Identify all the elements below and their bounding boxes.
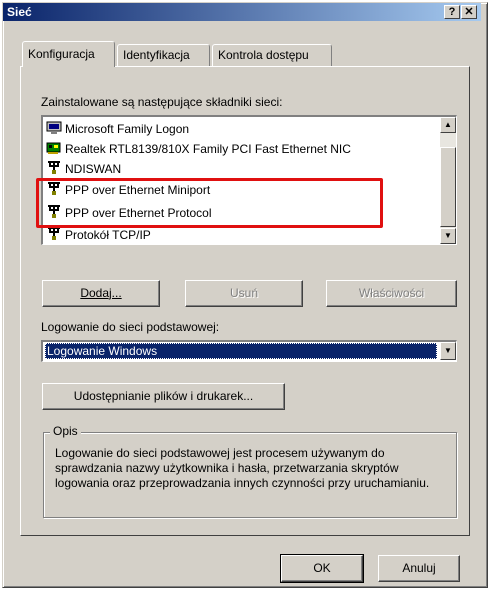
list-item-label: Protokół TCP/IP [65, 228, 151, 242]
list-item-label: Realtek RTL8139/810X Family PCI Fast Eth… [65, 142, 351, 156]
components-listbox[interactable]: Microsoft Family Logon Realtek RTL8139/8… [41, 115, 457, 245]
protocol-icon [48, 205, 60, 218]
primary-logon-label: Logowanie do sieci podstawowej: [41, 320, 220, 334]
file-printer-sharing-button[interactable]: Udostępnianie plików i drukarek... [42, 383, 285, 410]
list-item[interactable]: NDISWAN [46, 159, 121, 179]
scroll-down-button[interactable]: ▼ [440, 228, 456, 244]
list-item[interactable]: PPP over Ethernet Protocol [46, 203, 212, 223]
protocol-icon [48, 182, 60, 195]
properties-button-label: Właściwości [358, 286, 425, 300]
list-item-label: Microsoft Family Logon [65, 122, 190, 136]
cancel-button[interactable]: Anuluj [378, 555, 460, 582]
list-item[interactable]: Realtek RTL8139/810X Family PCI Fast Eth… [46, 139, 351, 159]
remove-button-label: Usuń [229, 286, 258, 300]
add-button[interactable]: Dodaj... [42, 280, 160, 307]
add-button-label: Dodaj... [80, 286, 122, 300]
list-item-label: NDISWAN [65, 162, 122, 176]
list-scrollbar[interactable]: ▲ ▼ [440, 117, 456, 244]
list-item[interactable]: Microsoft Family Logon [46, 119, 189, 139]
list-item[interactable]: PPP over Ethernet Miniport [46, 180, 210, 200]
remove-button[interactable]: Usuń [185, 280, 303, 307]
list-item[interactable]: Protokół TCP/IP [46, 225, 151, 244]
network-card-icon [46, 142, 61, 154]
ok-button[interactable]: OK [280, 554, 364, 583]
scroll-up-button[interactable]: ▲ [440, 117, 456, 133]
components-label: Zainstalowane są następujące składniki s… [41, 95, 283, 109]
sharing-button-label: Udostępnianie plików i drukarek... [73, 389, 254, 403]
primary-logon-value: Logowanie Windows [45, 343, 437, 359]
description-text: Logowanie do sieci podstawowej jest proc… [55, 446, 430, 490]
protocol-icon [48, 161, 60, 174]
description-title: Opis [50, 424, 81, 438]
list-item-label: PPP over Ethernet Protocol [65, 206, 212, 220]
cancel-button-label: Anuluj [402, 561, 436, 575]
chevron-down-icon[interactable]: ▼ [440, 342, 456, 360]
protocol-icon [48, 227, 60, 240]
monitor-icon [46, 121, 62, 134]
primary-logon-select[interactable]: Logowanie Windows ▼ [41, 340, 457, 362]
properties-button[interactable]: Właściwości [326, 280, 457, 307]
ok-button-label: OK [313, 561, 331, 575]
scroll-thumb[interactable] [440, 147, 456, 227]
list-item-label: PPP over Ethernet Miniport [65, 183, 211, 197]
